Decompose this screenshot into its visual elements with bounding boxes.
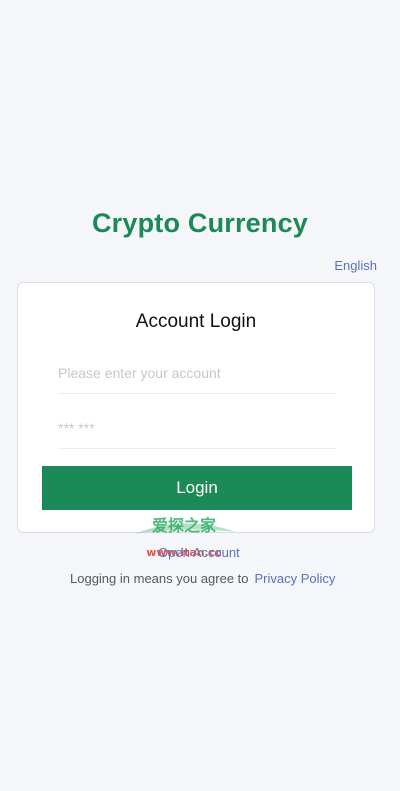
account-field-wrapper	[58, 353, 336, 394]
privacy-policy-link[interactable]: Privacy Policy	[255, 571, 336, 586]
privacy-agreement: Logging in means you agree to Privacy Pol…	[70, 571, 335, 586]
agree-text: Logging in means you agree to	[70, 571, 249, 586]
open-account-link[interactable]: Open Account	[158, 545, 240, 560]
language-selector[interactable]: English	[334, 258, 377, 273]
account-input[interactable]	[58, 353, 336, 393]
login-title: Account Login	[135, 311, 257, 332]
password-input[interactable]	[58, 408, 336, 448]
login-button[interactable]: Login	[42, 466, 352, 510]
app-title: Crypto Currency	[91, 208, 309, 238]
login-card: Account Login Login	[17, 282, 375, 533]
password-field-wrapper	[58, 408, 336, 449]
